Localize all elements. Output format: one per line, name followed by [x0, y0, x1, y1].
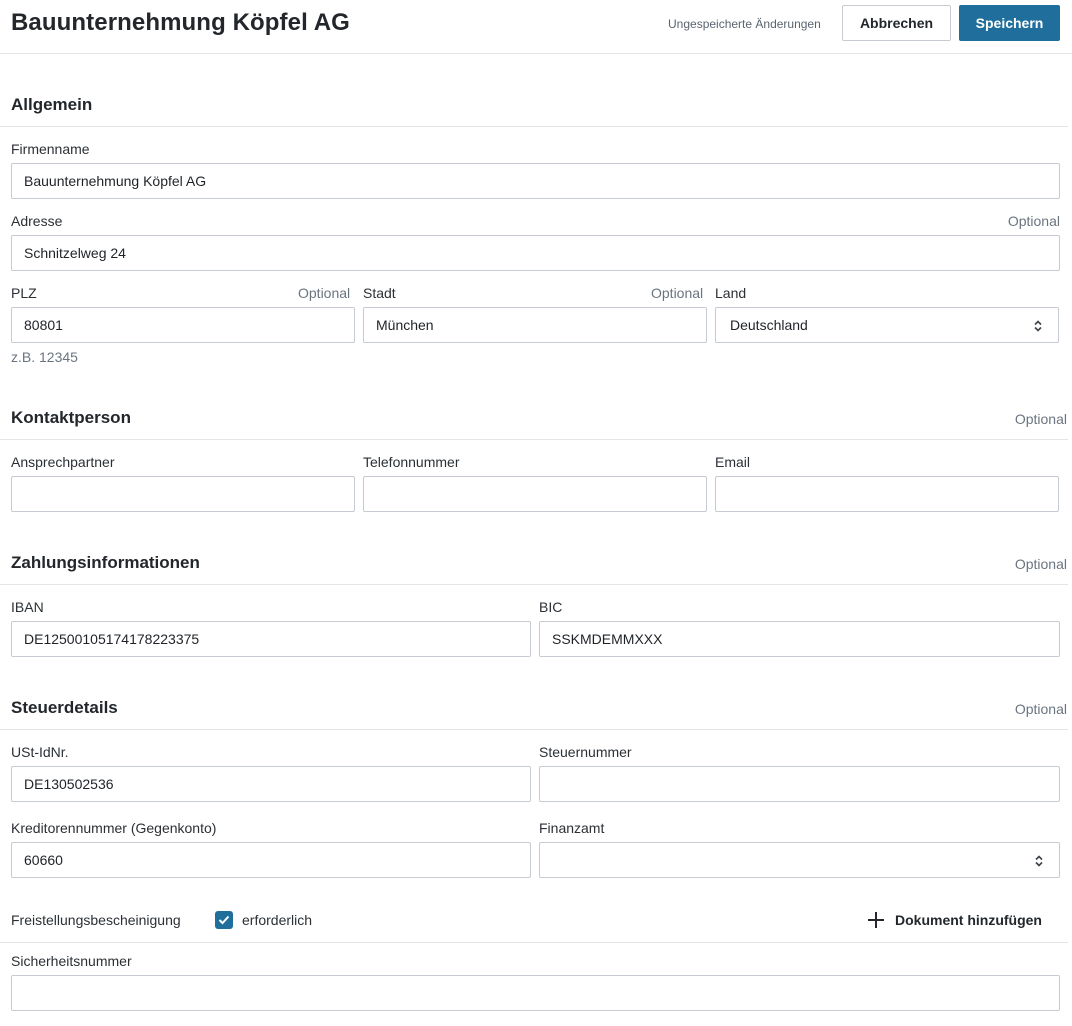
- row-divider: [0, 942, 1068, 943]
- iban-input[interactable]: [11, 621, 531, 657]
- tax-number-label: Steuernummer: [539, 744, 632, 760]
- zip-optional-label: Optional: [298, 285, 351, 301]
- bic-label: BIC: [539, 599, 563, 615]
- security-number-input[interactable]: [11, 975, 1060, 1011]
- creditor-number-label: Kreditorennummer (Gegenkonto): [11, 820, 217, 836]
- section-divider: [0, 126, 1068, 127]
- email-label: Email: [715, 454, 751, 470]
- section-title-tax: Steuerdetails: [11, 698, 118, 717]
- address-input[interactable]: [11, 235, 1060, 271]
- unsaved-changes-indicator: Ungespeicherte Änderungen: [668, 17, 821, 31]
- page-header: Bauunternehmung Köpfel AG Ungespeicherte…: [0, 0, 1072, 54]
- add-document-button[interactable]: Dokument hinzufügen: [866, 909, 1042, 931]
- zip-label: PLZ: [11, 285, 37, 301]
- section-divider: [0, 439, 1068, 440]
- vat-id-label: USt-IdNr.: [11, 744, 69, 760]
- security-number-label: Sicherheitsnummer: [11, 953, 132, 969]
- bic-input[interactable]: [539, 621, 1060, 657]
- tax-office-label: Finanzamt: [539, 820, 605, 836]
- save-button[interactable]: Speichern: [959, 5, 1060, 41]
- phone-label: Telefonnummer: [363, 454, 460, 470]
- city-optional-label: Optional: [651, 285, 704, 301]
- sort-caret-icon: [1034, 320, 1042, 332]
- phone-input[interactable]: [363, 476, 707, 512]
- section-title-general: Allgemein: [11, 95, 93, 114]
- section-divider: [0, 729, 1068, 730]
- iban-label: IBAN: [11, 599, 44, 615]
- payment-optional-label: Optional: [1014, 556, 1067, 572]
- exemption-required-label[interactable]: erforderlich: [242, 912, 312, 928]
- tax-office-select[interactable]: [539, 842, 1060, 878]
- contact-optional-label: Optional: [1014, 411, 1067, 427]
- exemption-required-checkbox[interactable]: [215, 911, 233, 929]
- country-label: Land: [715, 285, 747, 301]
- checkmark-icon: [218, 915, 230, 925]
- company-name-label: Firmenname: [11, 141, 90, 157]
- plus-icon: [868, 912, 884, 928]
- page-title: Bauunternehmung Köpfel AG: [11, 9, 350, 36]
- contact-person-input[interactable]: [11, 476, 355, 512]
- contact-person-label: Ansprechpartner: [11, 454, 115, 470]
- zip-hint: z.B. 12345: [11, 349, 78, 365]
- address-label: Adresse: [11, 213, 63, 229]
- add-document-label: Dokument hinzufügen: [895, 912, 1042, 928]
- cancel-button[interactable]: Abbrechen: [842, 5, 951, 41]
- section-title-contact: Kontaktperson: [11, 408, 131, 427]
- section-title-payment: Zahlungsinformationen: [11, 553, 200, 572]
- city-input[interactable]: [363, 307, 707, 343]
- email-input[interactable]: [715, 476, 1059, 512]
- section-divider: [0, 584, 1068, 585]
- zip-input[interactable]: [11, 307, 355, 343]
- city-label: Stadt: [363, 285, 396, 301]
- creditor-number-input[interactable]: [11, 842, 531, 878]
- sort-caret-icon: [1035, 855, 1043, 867]
- country-select[interactable]: Deutschland: [715, 307, 1059, 343]
- address-optional-label: Optional: [1007, 213, 1060, 229]
- vat-id-input[interactable]: [11, 766, 531, 802]
- tax-number-input[interactable]: [539, 766, 1060, 802]
- exemption-certificate-label: Freistellungsbescheinigung: [11, 912, 181, 928]
- company-name-input[interactable]: [11, 163, 1060, 199]
- tax-optional-label: Optional: [1014, 701, 1067, 717]
- country-select-value: Deutschland: [730, 317, 808, 333]
